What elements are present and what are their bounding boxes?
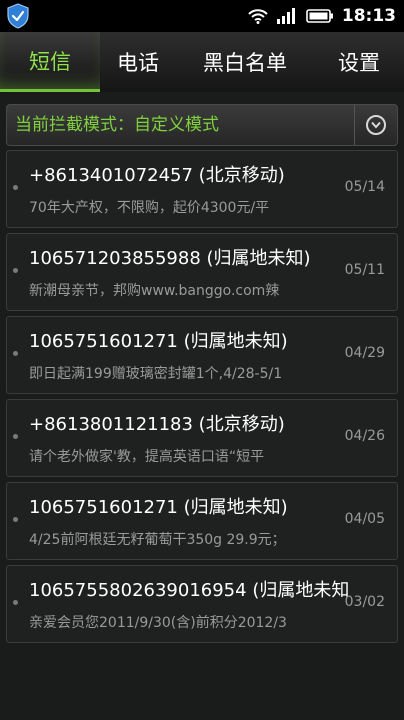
message-date: 05/11 [344, 262, 385, 278]
unread-dot [13, 185, 18, 190]
message-date: 04/29 [344, 345, 385, 361]
unread-dot [13, 434, 18, 439]
wifi-icon [248, 9, 268, 24]
unread-dot [13, 517, 18, 522]
message-preview: 4/25前阿根廷无籽葡萄干350g 29.9元； [29, 532, 286, 548]
message-date: 04/26 [344, 428, 385, 444]
message-sender: 1065751601271 (归属地未知) [29, 331, 288, 352]
battery-icon [306, 9, 333, 23]
unread-dot [13, 600, 18, 605]
intercept-mode-bar[interactable]: 当前拦截模式：自定义模式 [6, 104, 398, 146]
message-preview: 请个老外做家'教，提高英语口语“短平 [29, 449, 265, 465]
message-date: 04/05 [344, 511, 385, 527]
message-sender: 1065755802639016954 (归属地未知 [29, 580, 350, 601]
message-item[interactable]: +8613401072457 (北京移动) 70年大产权，不限购，起价4300元… [6, 150, 398, 228]
message-item[interactable]: 1065755802639016954 (归属地未知 亲爱会员您2011/9/3… [6, 565, 398, 643]
tab-blacklist-whitelist[interactable]: 黑白名单 [176, 32, 314, 92]
message-item[interactable]: 10657120385598​8 (归属地未知) 新潮母亲节，邦购www.ban… [6, 233, 398, 311]
message-list: +8613401072457 (北京移动) 70年大产权，不限购，起价4300元… [6, 150, 398, 648]
message-date: 05/14 [344, 179, 385, 195]
message-sender: 10657120385598​8 (归属地未知) [29, 248, 311, 269]
message-preview: 亲爱会员您2011/9/30(含)前积分2012/3 [29, 615, 287, 631]
tab-bar: 短信 电话 黑白名单 设置 [0, 32, 404, 92]
message-preview: 70年大产权，不限购，起价4300元/平 [29, 200, 270, 216]
message-item[interactable]: +8613801121183 (北京移动) 请个老外做家'教，提高英语口语“短平… [6, 399, 398, 477]
message-preview: 新潮母亲节，邦购www.banggo.com辣 [29, 283, 280, 299]
signal-icon [276, 8, 295, 24]
message-item[interactable]: 1065751601271 (归属地未知) 即日起满199赠玻璃密封罐1个,4/… [6, 316, 398, 394]
chevron-down-circle-icon [366, 115, 386, 135]
message-sender: +8613801121183 (北京移动) [29, 414, 285, 435]
mode-dropdown-button[interactable] [354, 105, 397, 145]
status-time: 18:13 [341, 6, 396, 26]
status-bar: 18:13 [0, 0, 404, 32]
status-icons: 18:13 [248, 0, 396, 32]
message-item[interactable]: 1065751601271 (归属地未知) 4/25前阿根廷无籽葡萄干350g … [6, 482, 398, 560]
unread-dot [13, 268, 18, 273]
message-sender: +8613401072457 (北京移动) [29, 165, 285, 186]
shield-app-icon [7, 3, 29, 29]
message-preview: 即日起满199赠玻璃密封罐1个,4/28-5/1 [29, 366, 283, 382]
tab-settings[interactable]: 设置 [314, 32, 404, 92]
message-sender: 1065751601271 (归属地未知) [29, 497, 288, 518]
unread-dot [13, 351, 18, 356]
intercept-mode-label: 当前拦截模式：自定义模式 [15, 115, 219, 135]
tab-calls[interactable]: 电话 [100, 32, 176, 92]
message-date: 03/02 [344, 594, 385, 610]
tab-sms[interactable]: 短信 [0, 32, 100, 92]
